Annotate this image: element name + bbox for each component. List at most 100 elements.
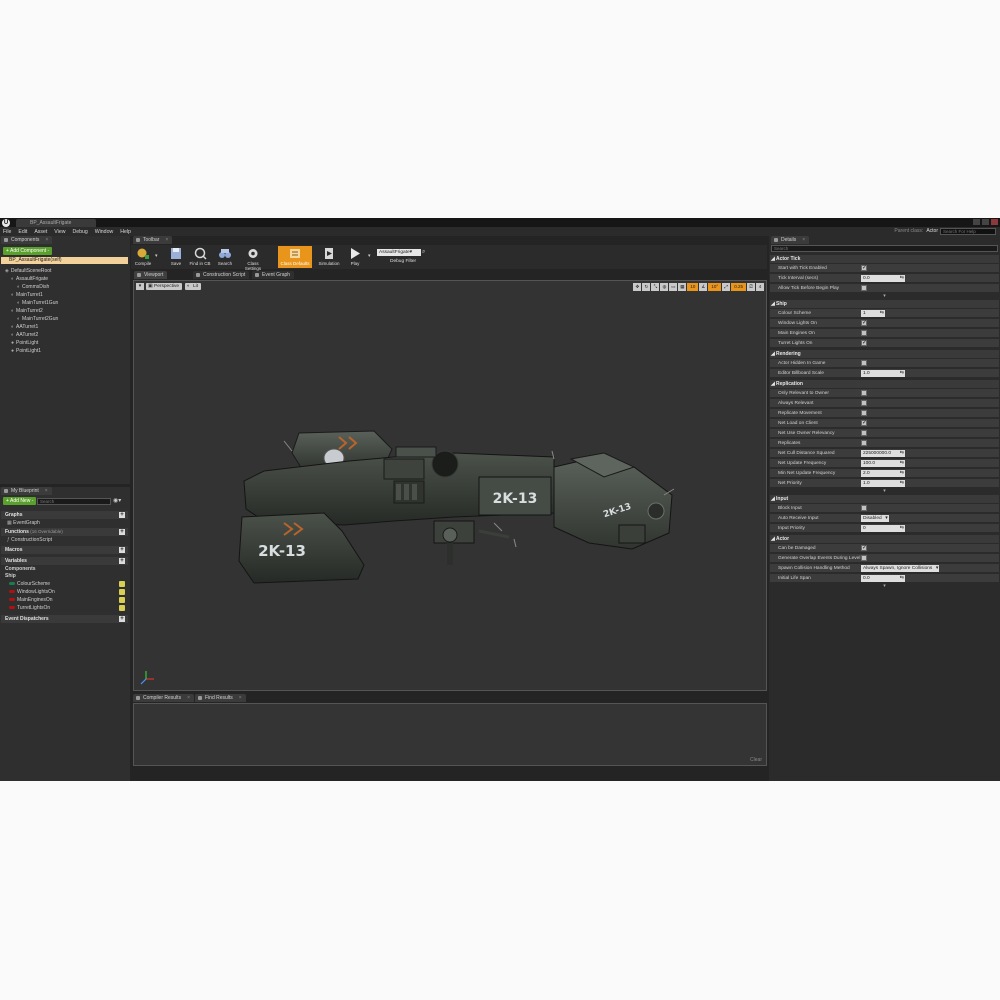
property-checkbox[interactable] [861, 505, 867, 511]
compiler-results-tab[interactable]: Compiler Results × [133, 694, 194, 702]
add-variable-icon[interactable]: + [119, 558, 125, 564]
play-button[interactable]: Play [344, 246, 366, 268]
add-component-button[interactable]: + Add Component - [3, 247, 53, 255]
close-icon[interactable]: × [239, 695, 242, 701]
property-checkbox[interactable] [861, 400, 867, 406]
details-section-input[interactable]: ◢ Input [770, 495, 999, 503]
ship-category[interactable]: Ship [0, 572, 16, 580]
advanced-expand-icon[interactable]: ▾ [770, 584, 999, 589]
property-checkbox[interactable]: ✓ [861, 420, 867, 426]
spaceship-model[interactable]: 2K-13 2K-13 2K-13 [134, 281, 768, 692]
class-settings-button[interactable]: Class Settings [239, 246, 267, 271]
property-number-input[interactable]: 100.0 [861, 460, 905, 467]
property-checkbox[interactable] [861, 360, 867, 366]
viewport-tab[interactable]: Viewport [134, 271, 168, 279]
menu-item-debug[interactable]: Debug [72, 229, 87, 235]
tab-details[interactable]: Details × [771, 236, 810, 244]
visibility-eye-icon[interactable] [119, 597, 125, 603]
property-number-input[interactable]: 1.0 [861, 480, 905, 487]
debug-search-icon[interactable]: ⌕ [422, 249, 425, 256]
simulation-button[interactable]: Simulation [315, 246, 343, 268]
property-number-input[interactable]: 1 [861, 310, 885, 317]
property-number-input[interactable]: 225000000.0 [861, 450, 905, 457]
property-checkbox[interactable]: ✓ [861, 545, 867, 551]
tab-my-blueprint[interactable]: My Blueprint × [1, 487, 52, 495]
component-tree-item[interactable]: ● PointLight1 [0, 347, 41, 355]
advanced-expand-icon[interactable]: ▾ [770, 294, 999, 299]
close-icon[interactable]: × [187, 695, 190, 701]
functions-section[interactable]: Functions (16 Overridable) + [1, 528, 128, 536]
add-function-icon[interactable]: + [119, 529, 125, 535]
add-graph-icon[interactable]: + [119, 512, 125, 518]
variable-item[interactable]: TurretLightsOn [0, 604, 128, 612]
add-macro-icon[interactable]: + [119, 547, 125, 553]
property-dropdown[interactable]: Always Spawn, Ignore Collisions [861, 565, 940, 572]
close-icon[interactable]: × [802, 237, 805, 243]
component-tree-item[interactable]: ◐ MainTurret1Gun [0, 299, 58, 307]
visibility-eye-icon[interactable] [119, 605, 125, 611]
details-section-ship[interactable]: ◢ Ship [770, 300, 999, 308]
property-checkbox[interactable] [861, 285, 867, 291]
construction-script-item[interactable]: ƒ ConstructionScript [0, 536, 52, 544]
event-graph-tab[interactable]: Event Graph [252, 271, 295, 279]
property-number-input[interactable]: 1.0 [861, 370, 905, 377]
component-tree-item[interactable]: ● PointLight [0, 339, 38, 347]
menu-item-file[interactable]: File [3, 229, 11, 235]
menu-item-view[interactable]: View [54, 229, 65, 235]
details-section-actor[interactable]: ◢ Actor [770, 535, 999, 543]
menu-item-help[interactable]: Help [120, 229, 131, 235]
property-checkbox[interactable] [861, 430, 867, 436]
component-tree-item[interactable]: ◐ MainTurret1 [0, 291, 43, 299]
variable-item[interactable]: WindowLightsOn [0, 588, 128, 596]
component-tree-item[interactable]: ◐ AATurret2 [0, 331, 38, 339]
menu-item-window[interactable]: Window [95, 229, 113, 235]
close-icon[interactable]: × [165, 237, 168, 243]
property-number-input[interactable]: 0.0 [861, 575, 905, 582]
advanced-expand-icon[interactable]: ▾ [770, 489, 999, 494]
self-component-item[interactable]: BP_AssaultFrigate(self) [1, 257, 128, 264]
compile-button[interactable]: Compile [132, 246, 154, 268]
document-tab[interactable]: BP_AssaultFrigate [16, 219, 96, 227]
property-checkbox[interactable]: ✓ [861, 265, 867, 271]
construction-script-tab[interactable]: Construction Script [193, 271, 250, 279]
property-number-input[interactable]: 0.0 [861, 275, 905, 282]
class-defaults-button[interactable]: Class Defaults [278, 246, 312, 268]
graphs-section[interactable]: Graphs + [1, 511, 128, 519]
property-checkbox[interactable]: ✓ [861, 320, 867, 326]
add-new-button[interactable]: + Add New - [3, 497, 37, 505]
visibility-eye-icon[interactable] [119, 581, 125, 587]
save-button[interactable]: Save [165, 246, 187, 268]
property-checkbox[interactable] [861, 390, 867, 396]
component-tree-item[interactable]: ◐ MainTurret2Gun [0, 315, 58, 323]
variable-item[interactable]: ColourScheme [0, 580, 128, 588]
property-number-input[interactable]: 2.0 [861, 470, 905, 477]
variables-section[interactable]: Variables + [1, 557, 128, 565]
find-results-tab[interactable]: Find Results × [195, 694, 246, 702]
clear-button[interactable]: Clear [750, 757, 762, 763]
play-options-dropdown[interactable]: ▾ [368, 253, 371, 259]
property-checkbox[interactable] [861, 555, 867, 561]
component-tree-item[interactable]: ◐ CommsDish [0, 283, 49, 291]
component-tree-item[interactable]: ◐ MainTurret2 [0, 307, 43, 315]
tab-components[interactable]: Components × [1, 236, 53, 244]
property-checkbox[interactable]: ✓ [861, 340, 867, 346]
search-button[interactable]: Search [214, 246, 236, 268]
property-dropdown[interactable]: Disabled [861, 515, 889, 522]
details-section-actor-tick[interactable]: ◢ Actor Tick [770, 255, 999, 263]
property-checkbox[interactable] [861, 410, 867, 416]
menu-item-asset[interactable]: Asset [34, 229, 47, 235]
viewport[interactable]: ▾ ▣ Perspective ◐ Lit ✥ ↻ ⤡ ◍ ▭ ▦ 10 ∡ 10°… [133, 280, 767, 691]
variable-item[interactable]: MainEnginesOn [0, 596, 128, 604]
property-checkbox[interactable] [861, 330, 867, 336]
close-icon[interactable] [991, 219, 998, 225]
menu-item-edit[interactable]: Edit [18, 229, 27, 235]
component-tree-item[interactable]: ◐ AssaultFrigate [0, 275, 48, 283]
minimize-icon[interactable] [973, 219, 980, 225]
component-tree-item[interactable]: ◈ DefaultSceneRoot [0, 267, 51, 275]
property-number-input[interactable]: 0 [861, 525, 905, 532]
compile-options-dropdown[interactable]: ▾ [155, 253, 158, 259]
details-section-replication[interactable]: ◢ Replication [770, 380, 999, 388]
find-in-cb-button[interactable]: Find in CB [189, 246, 211, 268]
event-dispatchers-section[interactable]: Event Dispatchers + [1, 615, 128, 623]
maximize-icon[interactable] [982, 219, 989, 225]
